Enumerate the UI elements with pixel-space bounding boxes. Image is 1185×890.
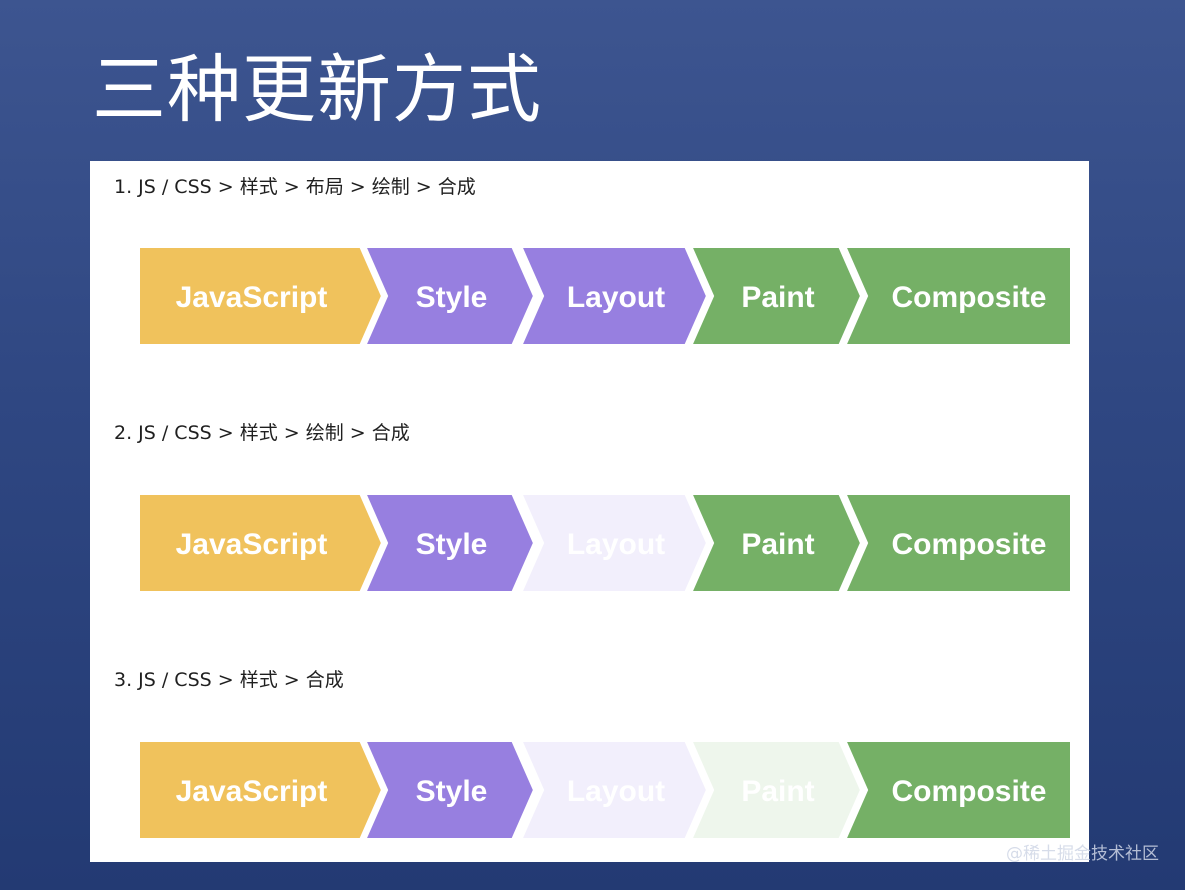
pipeline-step-style: Style [361,493,538,593]
pipeline-row-3: JavaScript Style Layout Paint Composite [138,740,1072,840]
pipeline-diagram: JavaScript Style Layout Paint Composite [138,740,1072,840]
pipeline-diagram: JavaScript Style Layout Paint Composite [138,493,1072,593]
step-label-layout: Layout [567,775,665,808]
pipeline-row-2: JavaScript Style Layout Paint Composite [138,493,1072,593]
pipeline-step-layout: Layout [517,740,711,840]
pipeline-step-javascript: JavaScript [138,246,386,346]
step-label-composite: Composite [891,281,1046,314]
row-1-caption: 1. JS / CSS > 样式 > 布局 > 绘制 > 合成 [114,176,476,198]
pipeline-step-javascript: JavaScript [138,740,386,840]
step-label-style: Style [416,528,488,561]
pipeline-step-composite: Composite [841,740,1072,840]
pipeline-step-style: Style [361,246,538,346]
pipeline-step-composite: Composite [841,493,1072,593]
step-label-layout: Layout [567,281,665,314]
pipeline-diagram: JavaScript Style Layout Paint Composite [138,246,1072,346]
step-label-paint: Paint [741,281,814,314]
pipeline-step-layout: Layout [517,246,711,346]
step-label-layout: Layout [567,528,665,561]
slide-title: 三种更新方式 [92,47,542,133]
step-label-composite: Composite [891,528,1046,561]
pipeline-panel: 1. JS / CSS > 样式 > 布局 > 绘制 > 合成 JavaScri… [90,161,1089,862]
step-label-javascript: JavaScript [176,775,328,808]
row-2-caption: 2. JS / CSS > 样式 > 绘制 > 合成 [114,422,410,444]
row-3-caption: 3. JS / CSS > 样式 > 合成 [114,669,344,691]
pipeline-step-javascript: JavaScript [138,493,386,593]
pipeline-step-style: Style [361,740,538,840]
pipeline-row-1: JavaScript Style Layout Paint Composite [138,246,1072,346]
pipeline-step-paint: Paint [687,740,865,840]
step-label-style: Style [416,775,488,808]
pipeline-step-paint: Paint [687,493,865,593]
step-label-javascript: JavaScript [176,528,328,561]
step-label-composite: Composite [891,775,1046,808]
step-label-paint: Paint [741,775,814,808]
pipeline-step-paint: Paint [687,246,865,346]
pipeline-step-composite: Composite [841,246,1072,346]
watermark: @稀土掘金技术社区 [1006,844,1159,864]
step-label-javascript: JavaScript [176,281,328,314]
step-label-style: Style [416,281,488,314]
pipeline-step-layout: Layout [517,493,711,593]
step-label-paint: Paint [741,528,814,561]
